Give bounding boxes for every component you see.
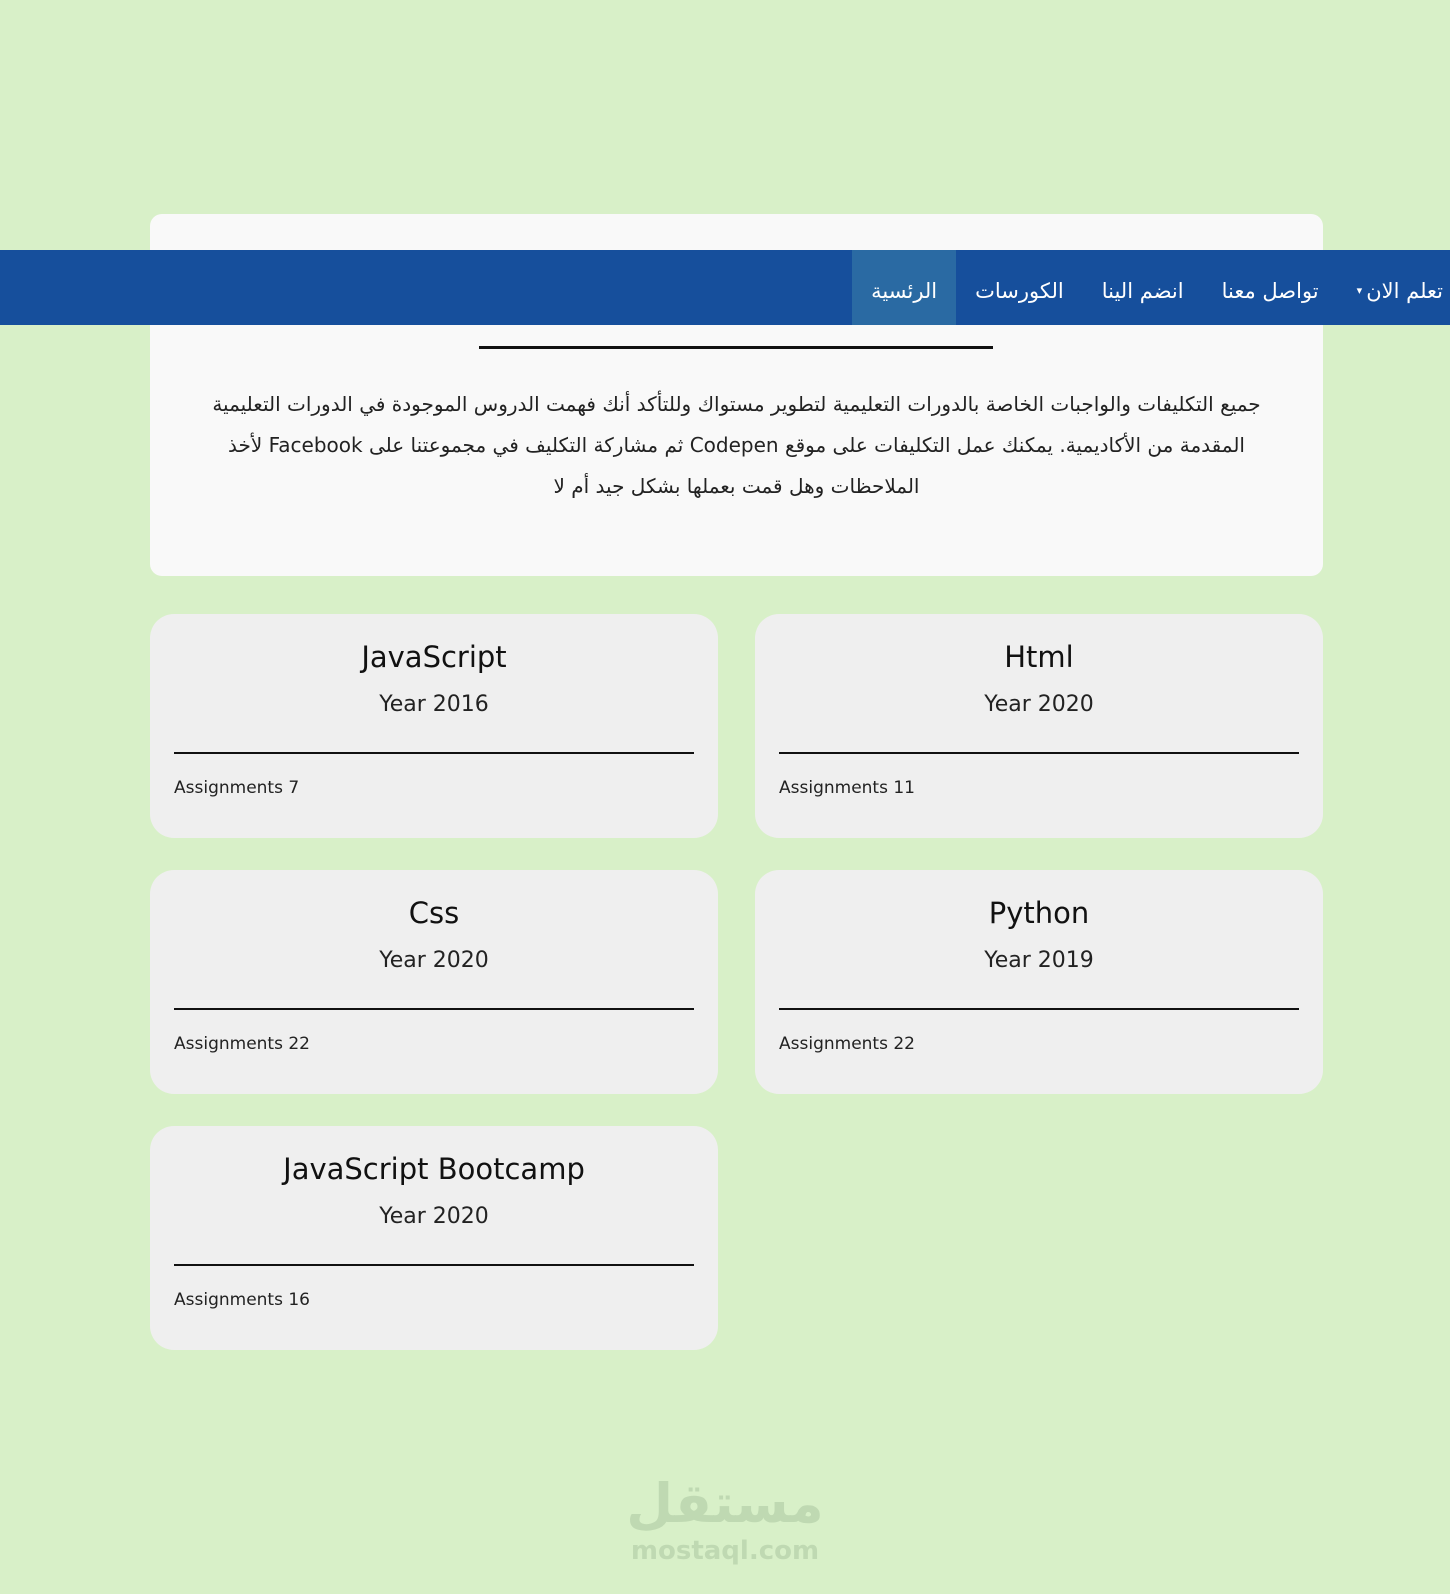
course-title: Html (1004, 640, 1074, 674)
intro-divider (479, 346, 993, 349)
watermark-arabic: مستقل (626, 1472, 824, 1535)
intro-text: جميع التكليفات والواجبات الخاصة بالدورات… (212, 392, 1261, 498)
course-divider (779, 1008, 1299, 1010)
course-year: Year 2016 (379, 692, 489, 717)
watermark-logo: مستقل mostaql.com (0, 1472, 1450, 1566)
course-card-javascript-bootcamp[interactable]: JavaScript Bootcamp Year 2020 Assignment… (150, 1126, 718, 1350)
course-card-html[interactable]: Html Year 2020 Assignments 11 (755, 614, 1323, 838)
course-divider (174, 752, 694, 754)
course-assignments: Assignments 22 (779, 1034, 915, 1054)
course-assignments: Assignments 7 (174, 778, 300, 798)
navbar: الرئسية الكورسات انضم الينا تواصل معنا ت… (0, 250, 1450, 325)
course-divider (174, 1264, 694, 1266)
course-title: JavaScript (361, 640, 507, 674)
nav-item-home[interactable]: الرئسية (852, 250, 957, 325)
course-title: JavaScript Bootcamp (283, 1152, 585, 1186)
nav-item-label: انضم الينا (1101, 278, 1184, 303)
nav-item-join[interactable]: انضم الينا (1083, 250, 1203, 325)
nav-item-label: تعلم الان (1366, 278, 1443, 303)
course-card-css[interactable]: Css Year 2020 Assignments 22 (150, 870, 718, 1094)
nav-item-label: الرئسية (871, 278, 938, 303)
nav-item-label: الكورسات (975, 278, 1064, 303)
nav-item-learn-now-dropdown[interactable]: تعلم الان ▾ (1338, 250, 1450, 325)
course-year: Year 2019 (984, 948, 1094, 973)
course-year: Year 2020 (379, 948, 489, 973)
course-card-python[interactable]: Python Year 2019 Assignments 22 (755, 870, 1323, 1094)
course-divider (174, 1008, 694, 1010)
nav-list: الرئسية الكورسات انضم الينا تواصل معنا ت… (852, 250, 1450, 325)
course-year: Year 2020 (984, 692, 1094, 717)
course-assignments: Assignments 16 (174, 1290, 310, 1310)
caret-down-icon: ▾ (1356, 284, 1363, 297)
page: جميع التكليفات والواجبات الخاصة بالدورات… (0, 0, 1450, 1594)
course-divider (779, 752, 1299, 754)
watermark-latin: mostaql.com (630, 1536, 820, 1566)
course-year: Year 2020 (379, 1204, 489, 1229)
nav-item-courses[interactable]: الكورسات (956, 250, 1083, 325)
course-assignments: Assignments 11 (779, 778, 915, 798)
nav-item-label: تواصل معنا (1221, 278, 1319, 303)
nav-item-contact[interactable]: تواصل معنا (1203, 250, 1338, 325)
course-title: Python (988, 896, 1090, 930)
course-card-javascript[interactable]: JavaScript Year 2016 Assignments 7 (150, 614, 718, 838)
course-assignments: Assignments 22 (174, 1034, 310, 1054)
course-title: Css (408, 896, 460, 930)
